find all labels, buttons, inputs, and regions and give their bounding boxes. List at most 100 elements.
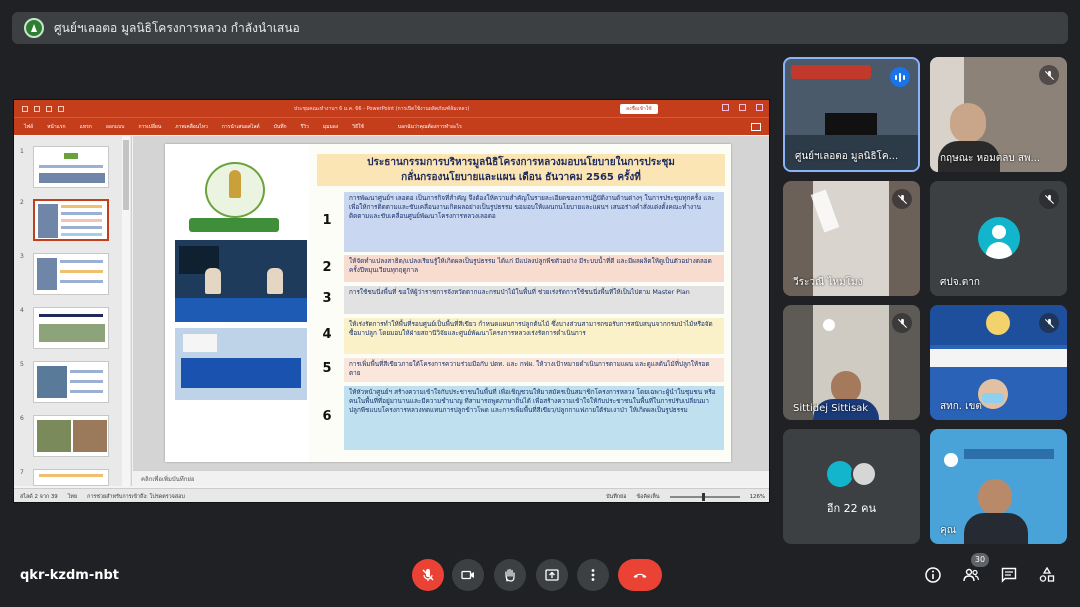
tell-me-search[interactable]: บอกฉันว่าคุณต้องการทำอะไร — [398, 123, 462, 131]
ribbon-tab[interactable]: บันทึก — [274, 123, 287, 131]
agenda-item-number: 1 — [322, 213, 332, 228]
ppt-ribbon-tabs: ไฟล์ หน้าแรก แทรก ออกแบบ การเปลี่ยน ภาพเ… — [14, 117, 769, 135]
meeting-photo-1 — [175, 240, 307, 322]
activities-icon — [1039, 566, 1055, 582]
person-face — [950, 103, 986, 143]
slide-heading-line2: กลั่นกรองนโยบายและแผน เดือน ธันวาคม 2565… — [401, 172, 641, 183]
ribbon-tab[interactable]: แทรก — [80, 123, 92, 131]
presenting-text: ศูนย์ฯเลอตอ มูลนิธิโครงการหลวง กำลังนำเส… — [54, 20, 300, 35]
agenda-item: 3 การใช้ชนนี่งพื้นที่ ขอให้ผู้ว่าราชการจั… — [309, 286, 731, 314]
camera-toggle-button[interactable] — [452, 559, 484, 591]
activities-button[interactable] — [1036, 564, 1058, 586]
status-language[interactable]: ไทย — [68, 493, 77, 501]
participant-name: ศปจ.ตาก — [940, 277, 980, 288]
agenda-item-number: 6 — [322, 409, 332, 424]
slide-thumbnail-active[interactable] — [33, 199, 109, 241]
agenda-item-text: การพัฒนาศูนย์ฯ เลอตอ เป็นภารกิจที่สำคัญ … — [344, 192, 724, 252]
slide-thumbnail[interactable] — [33, 253, 109, 295]
participant-name: ศูนย์ฯเลอตอ มูลนิธิโค... — [795, 151, 899, 162]
comments-toggle-button[interactable]: ข้อคิดเห็น — [636, 493, 659, 501]
videocam-icon — [461, 570, 474, 580]
thumb-number: 7 — [20, 469, 24, 476]
people-count-badge: 30 — [971, 553, 989, 567]
agenda-item: 5 การเพิ่มพื้นที่สีเขียวภายใต้โครงการความ… — [309, 358, 731, 382]
ribbon-tab[interactable]: ภาพเคลื่อนไหว — [175, 123, 208, 131]
virtual-background-text-band — [930, 349, 1067, 367]
ribbon-tab[interactable]: การเปลี่ยน — [138, 123, 161, 131]
thumb-number: 4 — [20, 307, 24, 314]
mic-off-icon — [422, 569, 434, 581]
ppt-sign-in-button[interactable]: ลงชื่อเข้าใช้ — [620, 104, 658, 114]
window-controls[interactable] — [722, 104, 763, 111]
agenda-item-text: ให้เร่งรัดการทำให้พื้นที่รอบศูนย์เป็นพื้… — [344, 318, 724, 354]
call-end-icon — [633, 573, 647, 578]
thumbnails-scrollbar[interactable] — [122, 136, 130, 486]
ribbon-tab[interactable]: วิธีใช้ — [352, 123, 364, 131]
slide-thumbnails-pane: 1 2 3 4 5 6 7 — [14, 136, 132, 486]
agenda-item-number: 2 — [322, 259, 332, 275]
ribbon-tab[interactable]: ไฟล์ — [24, 123, 33, 131]
mic-off-icon — [892, 189, 912, 209]
participant-tile[interactable]: ศปจ.ตาก — [930, 181, 1067, 296]
mic-toggle-button[interactable] — [412, 559, 444, 591]
notes-toggle-button[interactable]: บันทึกย่อ — [606, 493, 626, 501]
info-icon — [925, 567, 941, 583]
hand-icon — [505, 568, 515, 582]
royal-project-logo-icon — [205, 162, 265, 218]
zoom-level[interactable]: 126% — [750, 494, 765, 500]
thumb-number: 3 — [20, 253, 24, 260]
participant-tile-presenter[interactable]: ศูนย์ฯเลอตอ มูลนิธิโค... — [783, 57, 920, 172]
agenda-item: 1 การพัฒนาศูนย์ฯ เลอตอ เป็นภารกิจที่สำคัญ… — [309, 192, 731, 252]
slide-thumbnail[interactable] — [33, 307, 109, 349]
agenda-item-number: 3 — [322, 291, 332, 306]
raise-hand-button[interactable] — [494, 559, 526, 591]
slide-thumbnail[interactable] — [33, 415, 109, 457]
agenda-item: 2 ให้จัดทำแปลงสาธิต/แปลงเรียนรู้ให้เกิดผล… — [309, 255, 731, 282]
quick-access-toolbar[interactable] — [22, 105, 64, 112]
ceiling-lamp — [823, 319, 835, 331]
ppt-document-title: ประชุมคณะทำงานฯ 6 ม.ค. 66 - PowerPoint (… — [294, 106, 470, 112]
current-slide: ประธานกรรมการบริหารมูลนิธิโครงการหลวงมอบ… — [165, 144, 731, 462]
zoom-slider[interactable] — [669, 492, 740, 501]
participant-tile[interactable]: กฤษณะ หอมตลบ สพ... — [930, 57, 1067, 172]
participant-tile-self[interactable]: คุณ — [930, 429, 1067, 544]
more-options-button[interactable] — [577, 559, 609, 591]
presenter-room-banner — [791, 65, 871, 79]
ribbon-tab[interactable]: ออกแบบ — [106, 123, 125, 131]
status-accessibility[interactable]: การช่วยสำหรับการเข้าถึง: โปรดตรวจสอบ — [87, 493, 185, 501]
people-icon — [963, 568, 980, 582]
ribbon-tab[interactable]: หน้าแรก — [47, 123, 65, 131]
agenda-item-text: การเพิ่มพื้นที่สีเขียวภายใต้โครงการความร… — [344, 358, 724, 382]
notes-pane[interactable]: คลิกเพื่อเพิ่มบันทึกย่อ — [133, 470, 769, 486]
slide-thumbnail[interactable] — [33, 469, 109, 486]
ribbon-tab[interactable]: รีวิว — [301, 123, 309, 131]
participant-name: Sittidej Sittisak — [793, 403, 869, 414]
ribbon-tab[interactable]: มุมมอง — [323, 123, 338, 131]
thumb-number: 2 — [20, 199, 24, 206]
ribbon-tab[interactable]: การนำเสนอสไลด์ — [222, 123, 260, 131]
slide-thumbnail[interactable] — [33, 146, 109, 188]
present-screen-button[interactable] — [536, 559, 568, 591]
meeting-photo-2 — [175, 328, 307, 400]
avatar-icon — [978, 217, 1020, 259]
present-to-all-icon — [545, 569, 559, 581]
chat-button[interactable] — [998, 564, 1020, 586]
participant-tile[interactable]: สทก. เขต — [930, 305, 1067, 420]
agenda-item-text: ให้หัวหน้าศูนย์ฯ สร้างความเข้าใจกับประชา… — [344, 386, 724, 450]
others-count-label: อีก 22 คน — [826, 502, 877, 515]
participant-name: คุณ — [940, 525, 956, 536]
royal-project-wordmark — [189, 218, 279, 232]
comments-icon[interactable] — [751, 122, 761, 131]
slide-thumbnail[interactable] — [33, 361, 109, 403]
participant-tile[interactable]: วีระวณี ไหมโมง — [783, 181, 920, 296]
meeting-details-button[interactable] — [922, 564, 944, 586]
participant-tile-others[interactable]: อีก 22 คน — [783, 429, 920, 544]
participant-tile[interactable]: Sittidej Sittisak — [783, 305, 920, 420]
ppt-status-bar: สไลด์ 2 จาก 39 ไทย การช่วยสำหรับการเข้าถ… — [14, 488, 769, 502]
people-button[interactable] — [960, 564, 982, 586]
slide-heading: ประธานกรรมการบริหารมูลนิธิโครงการหลวงมอบ… — [317, 154, 725, 186]
participant-name: วีระวณี ไหมโมง — [793, 277, 863, 288]
person-face — [978, 479, 1012, 515]
leave-call-button[interactable] — [618, 559, 662, 591]
chat-icon — [1001, 567, 1017, 583]
